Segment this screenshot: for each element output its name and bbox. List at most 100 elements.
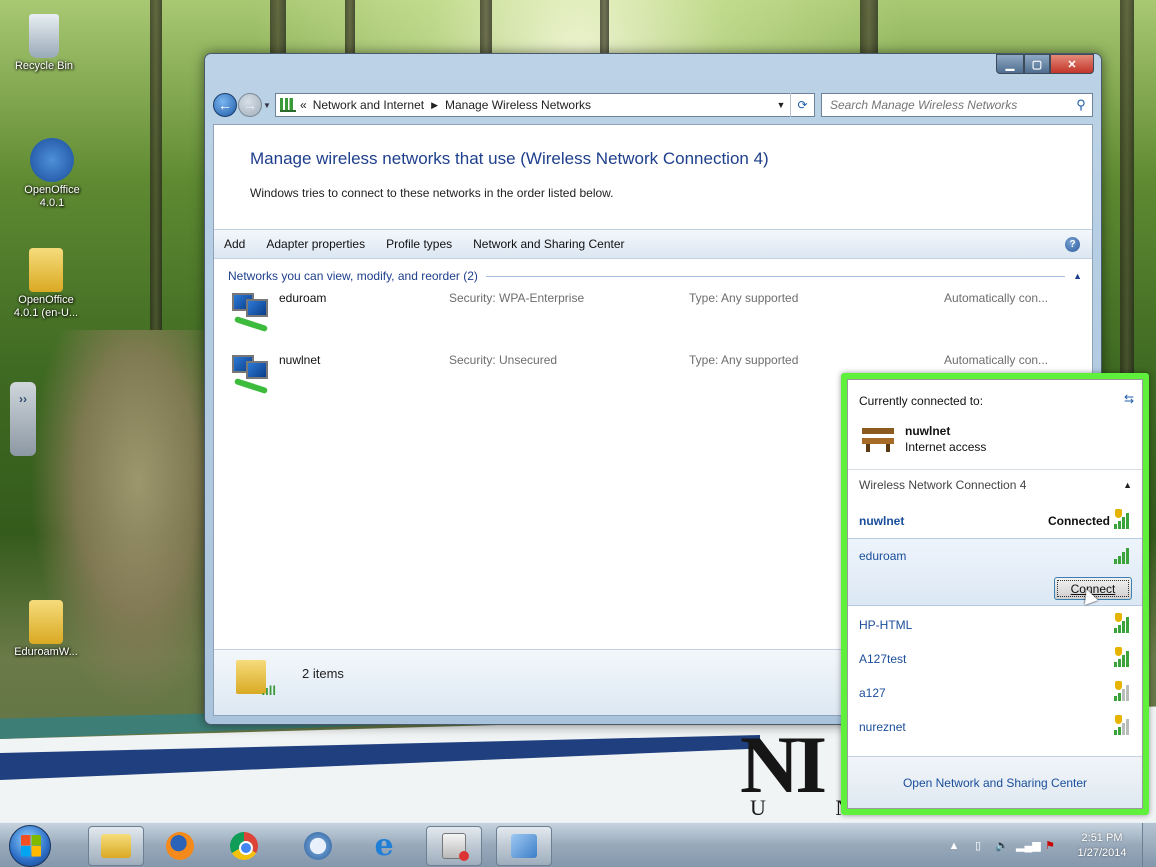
current-network-status: Internet access: [905, 440, 987, 454]
desktop-icon-recycle-bin[interactable]: Recycle Bin: [4, 14, 84, 73]
wireless-signal-icon[interactable]: ▂▄▆: [1016, 839, 1041, 852]
network-name: a127: [859, 685, 886, 700]
internet-explorer-icon: e: [374, 828, 394, 863]
taskbar-firefox[interactable]: [152, 826, 208, 866]
network-name: eduroam: [859, 548, 907, 563]
safari-icon: [304, 832, 332, 860]
start-button[interactable]: [9, 825, 51, 867]
page-header: Manage wireless networks that use (Wirel…: [214, 125, 1092, 229]
flyout-network-eduroam[interactable]: eduroam: [848, 539, 1142, 572]
adapter-section-header[interactable]: Wireless Network Connection 4 ▲: [848, 469, 1142, 499]
page-description: Windows tries to connect to these networ…: [250, 186, 614, 200]
desktop-icon-label: OpenOffice 4.0.1: [24, 184, 80, 209]
open-network-sharing-center-link[interactable]: Open Network and Sharing Center: [903, 776, 1087, 790]
windows-logo-icon: [21, 835, 41, 857]
taskbar-chrome[interactable]: [216, 826, 272, 866]
flyout-network-nuwlnet[interactable]: nuwlnet Connected: [848, 504, 1142, 537]
breadcrumb-overflow[interactable]: «: [300, 98, 307, 112]
network-name: eduroam: [279, 291, 327, 305]
desktop-icon-label: EduroamW...: [14, 646, 78, 658]
network-name: nureznet: [859, 719, 906, 734]
taskbar: e ▲ ▯ 🔈 ▂▄▆ ⚑ 2:51 PM 1/27/2014: [0, 822, 1156, 867]
breadcrumb-manage-wireless[interactable]: Manage Wireless Networks: [445, 98, 591, 112]
clock-date: 1/27/2014: [1077, 846, 1127, 859]
show-hidden-icons-icon[interactable]: ▲: [944, 840, 964, 852]
flyout-network-a127test[interactable]: A127test: [848, 642, 1142, 675]
search-box: ⚲: [821, 93, 1093, 117]
current-network-name: nuwlnet: [905, 424, 951, 438]
action-center-flag-icon[interactable]: ⚑: [1040, 839, 1060, 852]
clock[interactable]: 2:51 PM 1/27/2014: [1062, 831, 1142, 861]
installer-icon: [29, 600, 63, 644]
flyout-network-eduroam-expanded[interactable]: eduroam Connect: [848, 538, 1142, 606]
wireless-folder-icon: .ıll: [236, 660, 276, 698]
network-security: Security: Unsecured: [449, 353, 558, 367]
firefox-icon: [166, 832, 194, 860]
command-bar: Add Adapter properties Profile types Net…: [214, 229, 1092, 259]
address-bar[interactable]: « Network and Internet ▶ Manage Wireless…: [275, 93, 815, 117]
taskbar-media-app[interactable]: [426, 826, 482, 866]
flyout-panel: Currently connected to: ⇆ nuwlnet Intern…: [847, 379, 1143, 809]
desktop-icon-openoffice[interactable]: OpenOffice 4.0.1: [12, 138, 92, 210]
network-row-eduroam[interactable]: eduroam Security: WPA-Enterprise Type: A…: [214, 283, 1092, 345]
flyout-network-a127[interactable]: a127: [848, 676, 1142, 709]
network-type: Type: Any supported: [689, 291, 799, 305]
profile-types-button[interactable]: Profile types: [386, 237, 452, 251]
signal-strength-icon: [1112, 546, 1132, 564]
navigation-bar: ← → ▼ « Network and Internet ▶ Manage Wi…: [213, 92, 1093, 118]
close-button[interactable]: ✕: [1050, 54, 1094, 74]
item-count: 2 items: [302, 666, 344, 681]
adapter-properties-button[interactable]: Adapter properties: [266, 237, 365, 251]
system-tray: ▲ ▯ 🔈 ▂▄▆ ⚑ 2:51 PM 1/27/2014: [942, 823, 1156, 867]
chevron-up-icon[interactable]: ▲: [1123, 480, 1132, 490]
taskbar-internet-explorer[interactable]: e: [356, 826, 412, 866]
volume-icon[interactable]: 🔈: [992, 839, 1012, 852]
breadcrumb-network-and-internet[interactable]: Network and Internet: [313, 98, 424, 112]
wireless-network-icon: [228, 351, 272, 395]
battery-icon[interactable]: ▯: [968, 839, 988, 852]
address-dropdown-icon[interactable]: ▼: [772, 100, 790, 110]
signal-strength-icon: [1112, 613, 1132, 633]
signal-strength-icon: [1112, 647, 1132, 667]
show-desktop-button[interactable]: [1142, 823, 1156, 867]
flyout-network-hp-html[interactable]: HP-HTML: [848, 608, 1142, 641]
network-mode: Automatically con...: [944, 353, 1049, 367]
network-window-icon: [511, 834, 537, 858]
desktop-icon-openoffice-folder[interactable]: OpenOffice 4.0.1 (en-U...: [6, 248, 86, 320]
taskbar-explorer[interactable]: [88, 826, 144, 866]
network-security: Security: WPA-Enterprise: [449, 291, 585, 305]
refresh-button[interactable]: ⟳: [790, 93, 814, 117]
breadcrumb-separator-icon[interactable]: ▶: [431, 100, 438, 111]
search-icon[interactable]: ⚲: [1070, 97, 1092, 113]
network-type: Type: Any supported: [689, 353, 799, 367]
folder-icon: [29, 248, 63, 292]
chevron-up-icon[interactable]: ▲: [1073, 271, 1082, 281]
network-mode: Automatically con...: [944, 291, 1049, 305]
recent-pages-dropdown[interactable]: ▼: [263, 101, 273, 110]
taskbar-network-window[interactable]: [496, 826, 552, 866]
search-input[interactable]: [822, 98, 1070, 112]
flyout-network-nureznet[interactable]: nureznet: [848, 710, 1142, 743]
back-button[interactable]: ←: [213, 93, 237, 117]
maximize-button[interactable]: ▢: [1024, 54, 1050, 74]
network-sharing-center-button[interactable]: Network and Sharing Center: [473, 237, 624, 251]
window-controls: ▁ ▢ ✕: [996, 54, 1094, 74]
signal-strength-icon: [1112, 681, 1132, 701]
gadget-handle[interactable]: ››: [10, 382, 36, 456]
tree-trunk: [1120, 0, 1134, 420]
minimize-button[interactable]: ▁: [996, 54, 1024, 74]
help-icon[interactable]: ?: [1065, 236, 1080, 252]
forward-button[interactable]: →: [238, 93, 262, 117]
refresh-icon[interactable]: ⇆: [1124, 392, 1134, 406]
taskbar-safari[interactable]: [290, 826, 346, 866]
clock-time: 2:51 PM: [1081, 831, 1123, 844]
add-button[interactable]: Add: [224, 237, 245, 251]
group-label: Networks you can view, modify, and reord…: [228, 269, 478, 283]
network-bench-icon: [862, 426, 894, 452]
folder-icon: [101, 834, 131, 858]
page-title: Manage wireless networks that use (Wirel…: [250, 149, 769, 168]
desktop-icon-eduroam[interactable]: EduroamW...: [6, 600, 86, 659]
network-group-header[interactable]: Networks you can view, modify, and reord…: [214, 259, 1092, 283]
connection-status: Connected: [1047, 513, 1110, 528]
desktop-icon-label: Recycle Bin: [14, 60, 74, 72]
